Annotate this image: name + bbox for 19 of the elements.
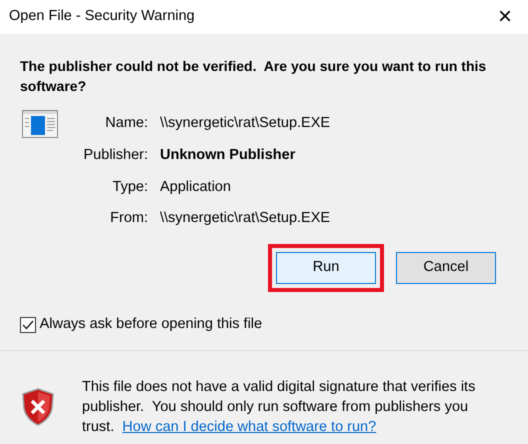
field-label: From: <box>109 209 148 228</box>
field-value: \\synergetic\rat\Setup.EXE <box>160 114 330 133</box>
field-label: Name: <box>104 114 148 133</box>
shield-error-icon <box>22 388 54 426</box>
application-icon <box>22 110 58 138</box>
field-label: Publisher: <box>82 146 148 165</box>
field-label: Type: <box>112 178 148 196</box>
close-button[interactable]: × <box>482 0 528 34</box>
checkbox[interactable] <box>20 316 36 333</box>
checkbox-label[interactable]: Always ask before opening this file <box>40 314 262 336</box>
warning-heading: The publisher could not be verified. Are you sure you want to run this software? <box>19 57 488 96</box>
help-link[interactable]: How can I decide what software to run? <box>122 418 376 435</box>
window-title: Open File - Security Warning <box>9 7 195 26</box>
field-value: \\synergetic\rat\Setup.EXE <box>160 209 330 228</box>
field-value: Application <box>160 178 232 196</box>
warning-message: This file does not have a valid digital signature that verifies its publisher. You should only run software from publishers you trust. How can I decide what software to run? <box>82 378 476 437</box>
dialog-button[interactable]: Cancel <box>396 252 496 284</box>
dialog-button[interactable]: Run <box>276 252 376 284</box>
field-value: Unknown Publisher <box>160 146 296 165</box>
